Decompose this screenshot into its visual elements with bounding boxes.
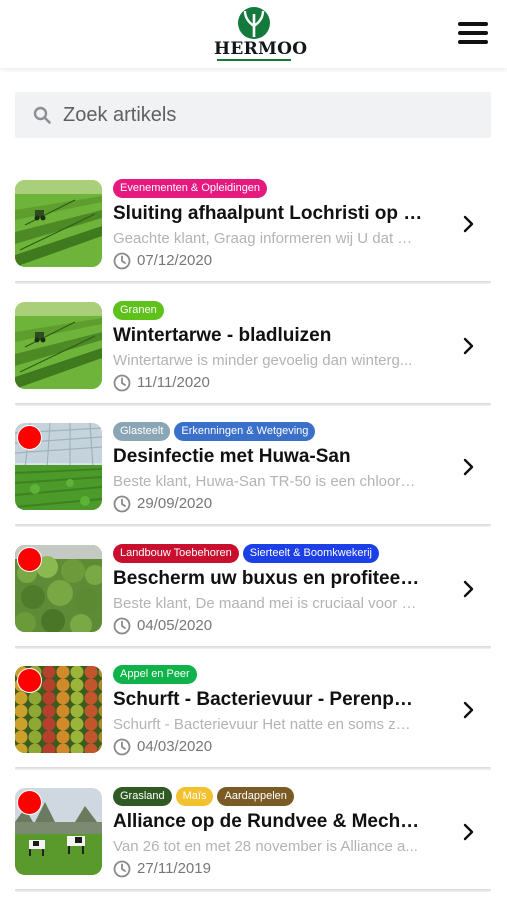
article-tags: Granen	[113, 300, 168, 321]
search-bar	[15, 92, 491, 138]
article-tags: Grasland Maïs Aardappelen	[113, 787, 298, 807]
article-excerpt: Schurft - Bacterievuur Het natte en soms…	[113, 716, 418, 734]
chevron-right-icon[interactable]	[462, 823, 476, 841]
chevron-right-icon[interactable]	[462, 701, 476, 719]
clock-icon	[113, 860, 131, 878]
item-divider	[15, 889, 491, 892]
article-tags: Glasteelt Erkenningen & Wetgeving	[113, 422, 319, 442]
chevron-right-icon[interactable]	[462, 215, 476, 233]
chevron-right-icon[interactable]	[462, 580, 476, 598]
app-header: HERMOO	[0, 0, 507, 68]
article-excerpt: Beste klant, Huwa-San TR-50 is een chloo…	[113, 473, 418, 491]
search-input[interactable]	[63, 92, 483, 138]
article-title: Sluiting afhaalpunt Lochristi op vri...	[113, 203, 423, 224]
chevron-right-icon[interactable]	[462, 458, 476, 476]
article-thumbnail	[15, 180, 102, 267]
article-excerpt: Van 26 tot en met 28 november is Allianc…	[113, 838, 418, 855]
unread-indicator	[17, 546, 42, 572]
article-title: Wintertarwe - bladluizen	[113, 324, 332, 346]
clock-icon	[113, 495, 131, 513]
article-list-item[interactable]: Landbouw Toebehoren Sierteelt & Boomkweke…	[0, 525, 507, 649]
article-tags: Landbouw Toebehoren Sierteelt & Boomkweke…	[113, 543, 383, 564]
clock-icon	[113, 617, 131, 635]
article-title: Bescherm uw buxus en profiteer v...	[113, 567, 423, 589]
article-thumbnail	[15, 301, 102, 389]
article-list-item[interactable]: Evenementen & Opleidingen Sluiting afhaal…	[0, 160, 507, 284]
clock-icon	[113, 374, 131, 391]
category-tag: Erkenningen & Wetgeving	[174, 422, 316, 442]
hamburger-icon[interactable]	[456, 20, 490, 46]
clock-icon	[113, 738, 131, 756]
chevron-right-icon[interactable]	[462, 337, 476, 355]
article-list-item[interactable]: Granen Wintertarwe - bladluizen Wintertarw…	[0, 282, 507, 406]
category-tag: Aardappelen	[217, 787, 294, 806]
category-tag: Granen	[113, 300, 164, 320]
article-date: 07/12/2020	[137, 252, 213, 269]
article-tags: Appel en Peer	[113, 665, 201, 685]
article-list-item[interactable]: Glasteelt Erkenningen & Wetgeving Desinfec…	[0, 403, 507, 528]
article-excerpt: Geachte klant, Graag informeren wij U da…	[113, 230, 418, 247]
article-date: 04/03/2020	[137, 738, 213, 756]
category-tag: Landbouw Toebehoren	[113, 543, 239, 563]
article-date: 29/09/2020	[137, 495, 213, 513]
category-tag: Appel en Peer	[113, 665, 197, 685]
article-title: Desinfectie met Huwa-San	[113, 446, 351, 468]
article-date: 27/11/2019	[137, 860, 211, 877]
article-tags: Evenementen & Opleidingen	[113, 179, 271, 199]
clock-icon	[113, 252, 131, 270]
unread-indicator	[17, 790, 42, 815]
article-excerpt: Beste klant, De maand mei is cruciaal vo…	[113, 594, 418, 612]
article-date: 04/05/2020	[137, 616, 213, 634]
article-date: 11/11/2020	[137, 373, 210, 391]
logo-underline	[217, 59, 291, 61]
category-tag: Glasteelt	[113, 422, 171, 442]
article-title: Alliance op de Rundvee & Mechani...	[113, 811, 423, 832]
article-list-item[interactable]: Appel en Peer Schurft - Bacterievuur - Pe…	[0, 646, 507, 771]
category-tag: Sierteelt & Boomkwekerij	[242, 543, 380, 563]
article-list-item[interactable]: Grasland Maïs Aardappelen Alliance op de Ru…	[0, 768, 507, 892]
article-title: Schurft - Bacterievuur - Perenpok...	[113, 689, 423, 711]
category-tag: Evenementen & Opleidingen	[113, 179, 268, 198]
category-tag: Grasland	[113, 787, 172, 806]
hermoo-logo[interactable]: HERMOO	[214, 6, 308, 62]
search-icon	[33, 106, 51, 124]
article-excerpt: Wintertarwe is minder gevoelig dan winte…	[113, 351, 413, 369]
brand-name: HERMOO	[214, 39, 308, 59]
category-tag: Maïs	[175, 787, 214, 806]
